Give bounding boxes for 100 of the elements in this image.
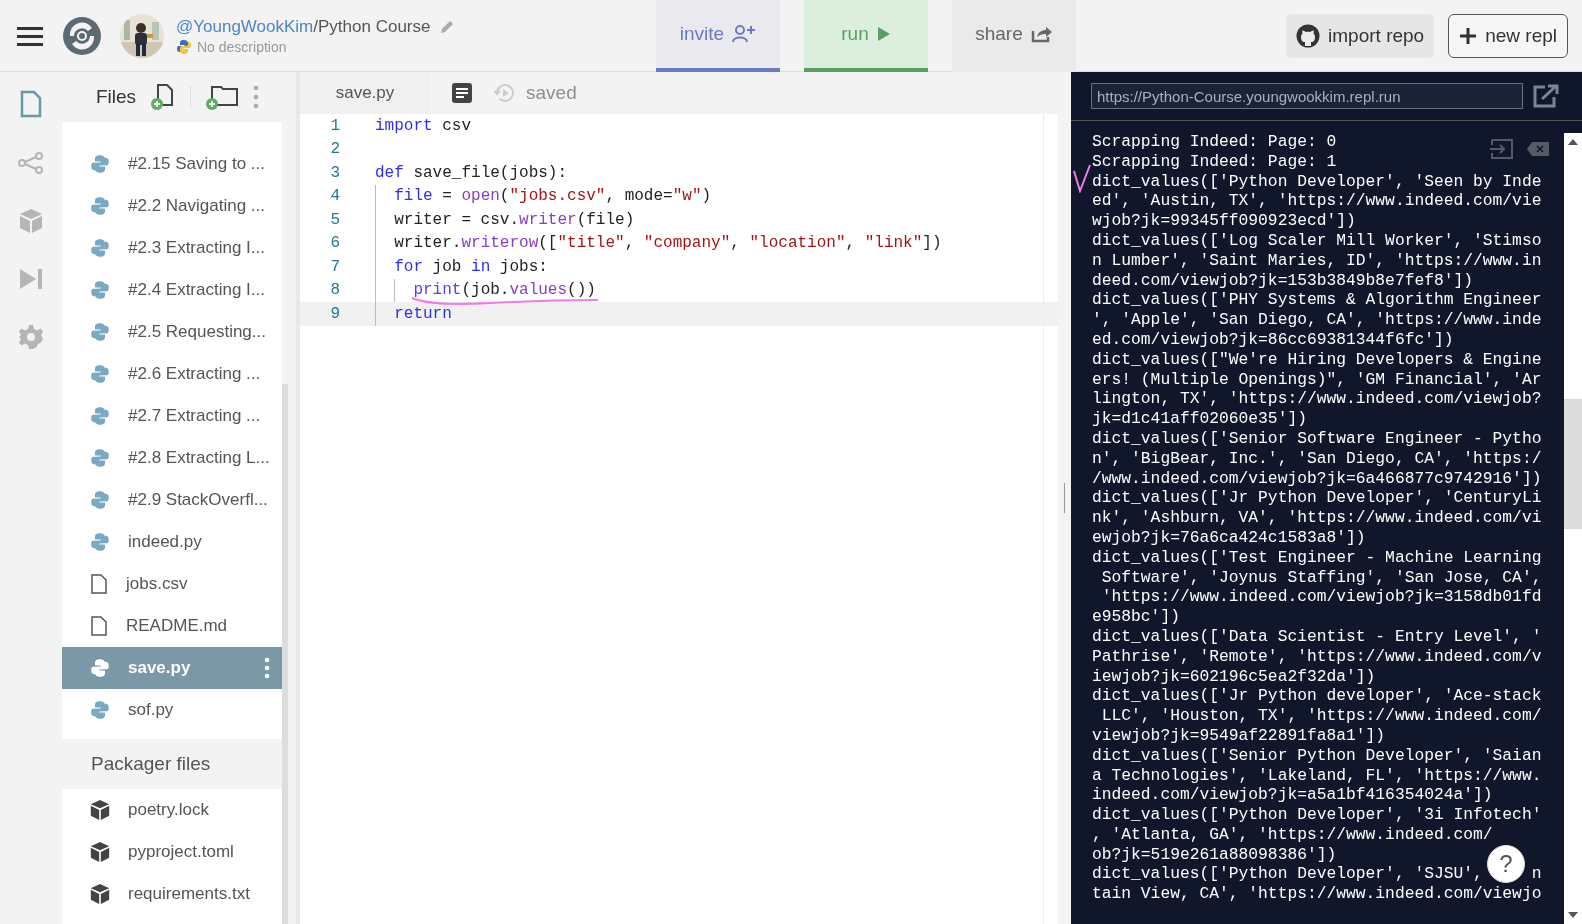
line-number: 3 bbox=[329, 163, 340, 182]
console-line: dict_values(['Senior Python Developer', 'Saian bbox=[1092, 745, 1542, 766]
console-line: dict_values(['Python Developer', 'SJSU', bbox=[1092, 864, 1483, 885]
share-nodes-icon[interactable] bbox=[18, 152, 44, 174]
code-line: writer.writerow(["title", "company", "location", "link"]) bbox=[394, 234, 942, 253]
console-line: 'https://www.indeed.com/viewjob?jk=3158db01fd bbox=[1100, 587, 1542, 608]
file-item[interactable]: #2.3 Extracting I... bbox=[62, 227, 282, 269]
console-line: dict_values(['PHY Systems & Algorithm Engineer bbox=[1092, 290, 1542, 311]
python-icon bbox=[90, 406, 110, 426]
python-icon bbox=[90, 700, 110, 720]
file-item[interactable]: #2.2 Navigating ... bbox=[62, 185, 282, 227]
console-line: Scrapping Indeed: Page: 0 bbox=[1092, 132, 1337, 152]
line-number: 5 bbox=[329, 210, 340, 229]
python-icon bbox=[90, 448, 110, 468]
python-icon bbox=[90, 322, 110, 342]
scroll-down-icon[interactable] bbox=[1568, 912, 1578, 918]
file-icon bbox=[90, 574, 108, 594]
file-item[interactable]: sof.py bbox=[62, 689, 282, 731]
console-line: tain View, CA', 'https://www.indeed.com/viewjo bbox=[1092, 884, 1542, 905]
line-number: 7 bbox=[329, 257, 340, 276]
pencil-icon[interactable] bbox=[439, 18, 456, 35]
console-line: jk=d1c41aff02060e35']) bbox=[1092, 409, 1307, 429]
url-field[interactable]: https://Python-Course.youngwookkim.repl.run bbox=[1091, 83, 1523, 109]
console-line: n Lumber', 'Saint Maries, ID', 'https://www.in bbox=[1092, 250, 1542, 271]
menu-icon[interactable] bbox=[17, 25, 43, 46]
project-name: Python Course bbox=[318, 16, 431, 37]
external-link-icon[interactable] bbox=[1533, 84, 1559, 108]
code-line: print(job.values()) bbox=[413, 281, 596, 300]
console-line: dict_values(['Log Scaler Mill Worker', 'Stimso bbox=[1092, 231, 1542, 251]
console-line: n bbox=[1531, 864, 1542, 885]
history-icon bbox=[494, 82, 516, 104]
clear-icon[interactable] bbox=[1527, 142, 1549, 156]
console-line: ', 'Apple', 'San Diego, CA', 'https://www.inde bbox=[1092, 310, 1542, 330]
path-separator: / bbox=[313, 16, 318, 37]
header-button[interactable]: import repo bbox=[1286, 13, 1435, 58]
python-icon bbox=[90, 154, 110, 174]
python-icon bbox=[90, 364, 110, 384]
scroll-up-icon[interactable] bbox=[1568, 139, 1578, 145]
console-line: wjob?jk=99345ff090923ecd']) bbox=[1092, 211, 1356, 231]
console-line: , 'Atlanta, GA', 'https://www.indeed.com/ bbox=[1092, 824, 1493, 845]
console-line: dict_values(['Jr Python Developer', 'CenturyLi bbox=[1092, 488, 1542, 509]
file-item[interactable]: indeed.py bbox=[62, 521, 282, 563]
file-item[interactable]: poetry.lock bbox=[62, 789, 282, 831]
line-number: 1 bbox=[329, 116, 340, 135]
console-line: dict_values(["We're Hiring Developers & Engine bbox=[1092, 349, 1542, 370]
code-line: writer = csv.writer(file) bbox=[394, 210, 635, 229]
owner-link[interactable]: @YoungWookKim bbox=[176, 16, 314, 37]
file-item[interactable]: #2.6 Extracting ... bbox=[62, 353, 282, 395]
file-icon bbox=[90, 616, 108, 636]
handwritten-check-mark bbox=[1073, 163, 1091, 193]
console-line: dict_values(['Jr Python developer', 'Ace-stack bbox=[1092, 686, 1542, 707]
new-folder-icon[interactable] bbox=[205, 83, 240, 111]
code-line: import csv bbox=[375, 116, 471, 135]
file-item[interactable]: #2.9 StackOverfl... bbox=[62, 479, 282, 521]
header-button[interactable]: new repl bbox=[1448, 13, 1568, 58]
file-item[interactable]: #2.7 Extracting ... bbox=[62, 395, 282, 437]
console-line: iewjob?jk=602196c5ea2f32da']) bbox=[1092, 666, 1376, 687]
files-title: Files bbox=[96, 86, 137, 108]
file-item[interactable]: #2.4 Extracting I... bbox=[62, 269, 282, 311]
cube-icon bbox=[90, 841, 110, 863]
line-number: 9 bbox=[329, 304, 340, 323]
logo-icon[interactable] bbox=[62, 15, 102, 56]
plus-icon bbox=[1459, 26, 1478, 45]
console-line: nk', 'Ashburn, VA', 'https://www.indeed.com/vi bbox=[1092, 508, 1542, 528]
line-number: 6 bbox=[329, 234, 340, 253]
input-icon[interactable] bbox=[1490, 139, 1514, 159]
settings-icon[interactable] bbox=[18, 324, 44, 350]
section-header: Packager files bbox=[62, 739, 282, 789]
console-line: dict_values(['Test Engineer - Machine Learning bbox=[1092, 547, 1542, 568]
code-line: def save_file(jobs): bbox=[375, 163, 568, 182]
console-line: dict_values(['Python Developer', 'Seen by Inde bbox=[1092, 171, 1542, 192]
console-line: Software', 'Joynus Staffing', 'San Jose, CA', bbox=[1100, 567, 1542, 588]
console-line: ob?jk=519e261a88098386']) bbox=[1092, 844, 1337, 865]
python-icon bbox=[90, 280, 110, 300]
file-item[interactable]: #2.5 Requesting... bbox=[62, 311, 282, 353]
console-line: dict_values(['Python Developer', '3i Infotech' bbox=[1092, 805, 1542, 825]
more-icon[interactable] bbox=[264, 657, 270, 679]
step-forward-icon[interactable] bbox=[19, 268, 43, 290]
project-description: No description bbox=[197, 38, 287, 55]
file-item[interactable]: #2.8 Extracting L... bbox=[62, 437, 282, 479]
file-item[interactable]: pyproject.toml bbox=[62, 831, 282, 873]
file-item[interactable]: #2.15 Saving to ... bbox=[62, 143, 282, 185]
console-line: deed.com/viewjob?jk=153b3849b8e7fef8']) bbox=[1092, 270, 1474, 291]
file-item[interactable]: README.md bbox=[62, 605, 282, 647]
line-number: 2 bbox=[329, 140, 340, 159]
file-item[interactable]: jobs.csv bbox=[62, 563, 282, 605]
document-icon[interactable] bbox=[452, 83, 472, 103]
more-icon[interactable] bbox=[253, 85, 260, 109]
header-action[interactable]: share bbox=[952, 0, 1076, 72]
console-line: viewjob?jk=9549af22891fa8a1']) bbox=[1092, 725, 1386, 746]
file-icon[interactable] bbox=[20, 90, 42, 118]
file-item[interactable]: requirements.txt bbox=[62, 873, 282, 915]
help-button[interactable]: ? bbox=[1487, 845, 1525, 883]
python-icon bbox=[90, 196, 110, 216]
play-icon bbox=[876, 25, 891, 42]
cube-icon[interactable] bbox=[19, 208, 43, 234]
console-line: dict_values(['Data Scientist - Entry Level', ' bbox=[1092, 626, 1542, 647]
add-user-icon bbox=[732, 24, 757, 43]
github-icon bbox=[1296, 23, 1321, 48]
cube-icon bbox=[90, 799, 110, 821]
